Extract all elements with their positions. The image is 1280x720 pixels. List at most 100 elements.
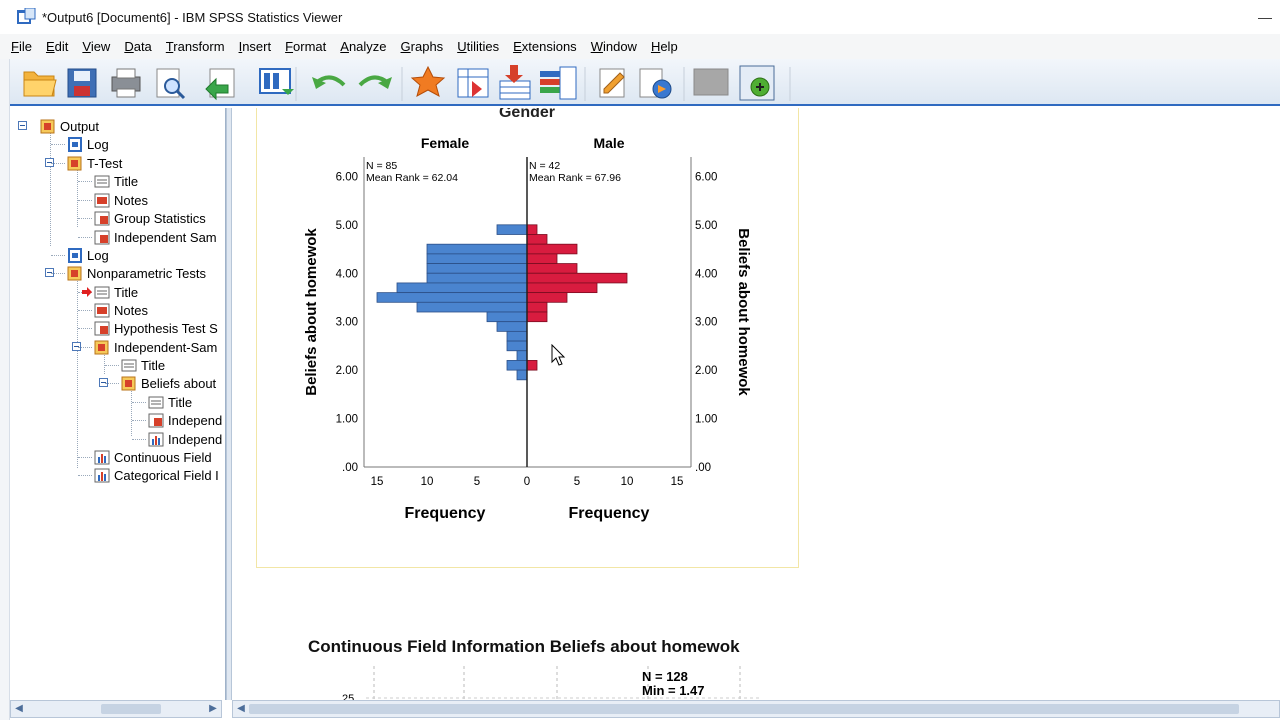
outline-item-label: Beliefs about bbox=[141, 375, 217, 391]
goto-data-icon[interactable] bbox=[259, 68, 294, 95]
bar-female bbox=[376, 292, 528, 303]
create-title-icon[interactable] bbox=[639, 68, 672, 99]
male-rank-label: Mean Rank = 67.96 bbox=[529, 172, 621, 184]
undo-icon[interactable] bbox=[312, 75, 346, 89]
insert-cases-icon[interactable] bbox=[499, 65, 531, 100]
goto-variable-icon[interactable] bbox=[457, 68, 489, 98]
outline-horizontal-scrollbar[interactable]: ◀ ▶ bbox=[10, 700, 222, 718]
y-tick-right: 5.00 bbox=[695, 220, 717, 232]
outline-item[interactable]: Title bbox=[94, 172, 138, 190]
bar-female bbox=[506, 340, 528, 352]
outline-item[interactable]: Log bbox=[67, 246, 109, 264]
window-left-edge bbox=[0, 59, 10, 720]
outline-item[interactable]: Nonparametric Tests bbox=[67, 264, 206, 282]
y-tick-right: 6.00 bbox=[695, 171, 717, 183]
outline-item[interactable]: Notes bbox=[94, 191, 148, 209]
notes-icon bbox=[94, 193, 110, 207]
menu-label: elp bbox=[660, 39, 678, 54]
y-tick-left: 6.00 bbox=[336, 171, 358, 183]
chart-icon bbox=[148, 432, 164, 446]
outline-item[interactable]: Categorical Field I bbox=[94, 466, 219, 484]
minimize-button[interactable]: — bbox=[1250, 0, 1280, 34]
menu-label: tilities bbox=[466, 39, 500, 54]
outline-item[interactable]: Group Statistics bbox=[94, 209, 206, 227]
bar-male bbox=[526, 263, 578, 274]
chart-icon bbox=[94, 450, 110, 464]
outline-pane[interactable]: Output Log T-Test Title Notes Group Statistic… bbox=[10, 108, 226, 700]
scroll-left-icon[interactable]: ◀ bbox=[13, 703, 25, 715]
menu-item-7[interactable]: Analyze bbox=[333, 34, 393, 59]
content-horizontal-scrollbar[interactable]: ◀ bbox=[232, 700, 1280, 718]
outline-item-label: T-Test bbox=[87, 155, 123, 171]
tree-collapse-toggle[interactable] bbox=[18, 121, 27, 130]
disabled-icon[interactable] bbox=[693, 68, 729, 96]
x-tick-left: 15 bbox=[371, 476, 384, 488]
menu-item-9[interactable]: Utilities bbox=[450, 34, 506, 59]
menu-item-8[interactable]: Graphs bbox=[394, 34, 451, 59]
goto-case-icon[interactable] bbox=[410, 65, 446, 98]
outline-item[interactable]: Independent Sam bbox=[94, 228, 217, 246]
bar-female bbox=[506, 360, 528, 371]
outline-scroll-thumb[interactable] bbox=[101, 704, 161, 714]
outline-item[interactable]: Title bbox=[121, 356, 165, 374]
outline-item-label: Title bbox=[141, 357, 166, 373]
outline-item-label: Hypothesis Test S bbox=[114, 320, 218, 336]
add-icon[interactable] bbox=[739, 65, 775, 101]
outline-item[interactable]: Beliefs about bbox=[121, 374, 216, 392]
menu-item-0[interactable]: File bbox=[4, 34, 39, 59]
log-icon bbox=[68, 247, 82, 263]
y-tick-right: 4.00 bbox=[695, 268, 717, 280]
menu-item-11[interactable]: Window bbox=[584, 34, 644, 59]
menu-item-6[interactable]: Format bbox=[278, 34, 333, 59]
bar-male bbox=[526, 301, 548, 313]
bar-female bbox=[426, 272, 528, 284]
designate-window-icon[interactable] bbox=[599, 68, 625, 98]
procedure-book-icon bbox=[67, 266, 82, 280]
menu-bar: File Edit View Data Transform Insert Format Ana… bbox=[0, 34, 1280, 59]
print-icon[interactable] bbox=[111, 68, 141, 98]
y-tick-left: 1.00 bbox=[336, 414, 358, 426]
outline-item[interactable]: T-Test bbox=[67, 154, 122, 172]
export-icon[interactable] bbox=[205, 68, 235, 101]
menu-accelerator: U bbox=[457, 39, 467, 54]
chart-frame[interactable]: Gender Female Male N = 85 Mean Rank = 62.04 N… bbox=[256, 108, 799, 568]
open-folder-icon[interactable] bbox=[23, 71, 57, 97]
title-icon bbox=[121, 359, 137, 371]
scroll-right-icon[interactable]: ▶ bbox=[207, 703, 219, 715]
menu-item-3[interactable]: Data bbox=[117, 34, 158, 59]
outline-item[interactable]: Notes bbox=[94, 301, 148, 319]
menu-item-1[interactable]: Edit bbox=[39, 34, 75, 59]
x-tick-right: 5 bbox=[574, 476, 580, 488]
title-icon bbox=[148, 396, 164, 408]
menu-label: ile bbox=[18, 39, 32, 54]
print-preview-icon[interactable] bbox=[156, 68, 186, 100]
outline-item-label: Independ bbox=[168, 431, 223, 447]
menu-accelerator: F bbox=[285, 39, 294, 54]
outline-item[interactable]: Independ bbox=[148, 411, 222, 429]
variables-icon[interactable] bbox=[540, 66, 577, 100]
menu-item-5[interactable]: Insert bbox=[232, 34, 279, 59]
outline-item[interactable]: Independ bbox=[148, 430, 222, 448]
menu-item-10[interactable]: Extensions bbox=[506, 34, 584, 59]
menu-accelerator: D bbox=[124, 39, 134, 54]
bar-female bbox=[516, 350, 528, 361]
outline-item[interactable]: Log bbox=[67, 135, 109, 153]
outline-item[interactable]: Hypothesis Test S bbox=[94, 319, 218, 337]
menu-item-4[interactable]: Transform bbox=[159, 34, 232, 59]
content-scroll-thumb[interactable] bbox=[249, 704, 1239, 714]
bar-female bbox=[496, 321, 528, 332]
outline-item[interactable]: Title bbox=[148, 393, 192, 411]
outline-item[interactable]: Continuous Field bbox=[94, 448, 212, 466]
save-icon[interactable] bbox=[67, 68, 97, 98]
bar-female bbox=[506, 330, 528, 342]
menu-item-2[interactable]: View bbox=[75, 34, 117, 59]
redo-icon[interactable] bbox=[358, 75, 392, 89]
outline-item-label: Notes bbox=[114, 192, 148, 208]
menu-item-12[interactable]: Help bbox=[644, 34, 685, 59]
outline-item[interactable]: Independent-Sam bbox=[94, 338, 217, 356]
scroll-left-icon[interactable]: ◀ bbox=[235, 703, 247, 715]
outline-item[interactable]: Output bbox=[40, 117, 99, 135]
procedure-book-icon bbox=[94, 340, 109, 354]
female-n-label: N = 85 bbox=[366, 160, 397, 172]
outline-item[interactable]: Title bbox=[94, 283, 138, 301]
